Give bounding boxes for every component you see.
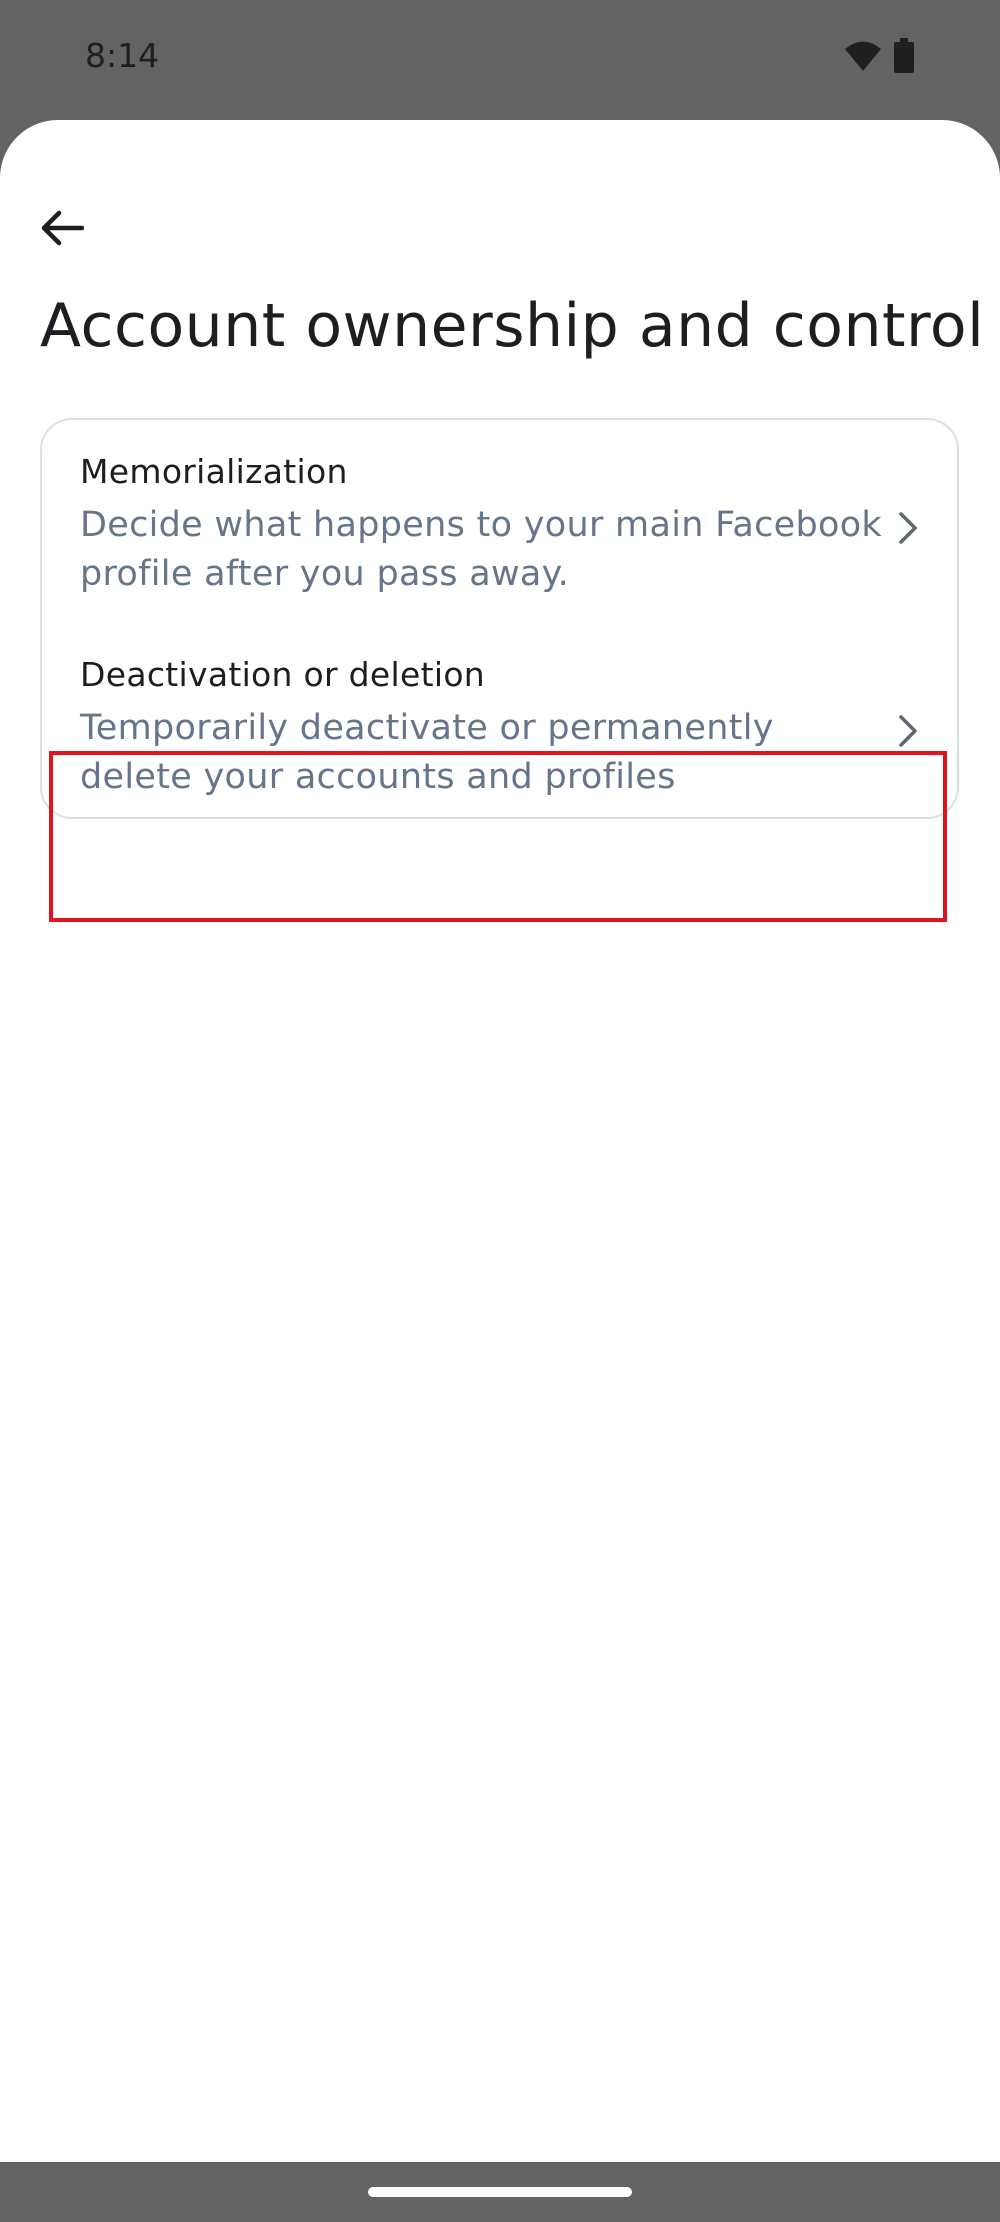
deactivation-deletion-description: Temporarily deactivate or permanently de… <box>80 708 774 797</box>
wifi-icon <box>845 41 881 71</box>
memorialization-description: Decide what happens to your main Faceboo… <box>80 505 882 594</box>
deactivation-deletion-option[interactable]: Deactivation or deletion Temporarily dea… <box>42 641 957 833</box>
back-button[interactable] <box>30 196 94 260</box>
navigation-bar <box>0 2162 1000 2222</box>
status-time: 8:14 <box>85 36 160 75</box>
memorialization-option[interactable]: Memorialization Decide what happens to y… <box>42 438 957 630</box>
arrow-left-icon <box>41 210 84 246</box>
deactivation-deletion-title: Deactivation or deletion <box>80 655 486 694</box>
bottom-sheet: Account ownership and control Memorializ… <box>0 120 1000 2162</box>
home-indicator[interactable] <box>368 2187 632 2197</box>
status-bar: 8:14 <box>0 0 1000 120</box>
chevron-right-icon <box>899 512 917 544</box>
battery-icon <box>894 38 914 73</box>
memorialization-title: Memorialization <box>80 452 348 491</box>
chevron-right-icon <box>899 715 917 747</box>
options-card: Memorialization Decide what happens to y… <box>40 418 959 819</box>
page-title: Account ownership and control <box>40 291 985 361</box>
